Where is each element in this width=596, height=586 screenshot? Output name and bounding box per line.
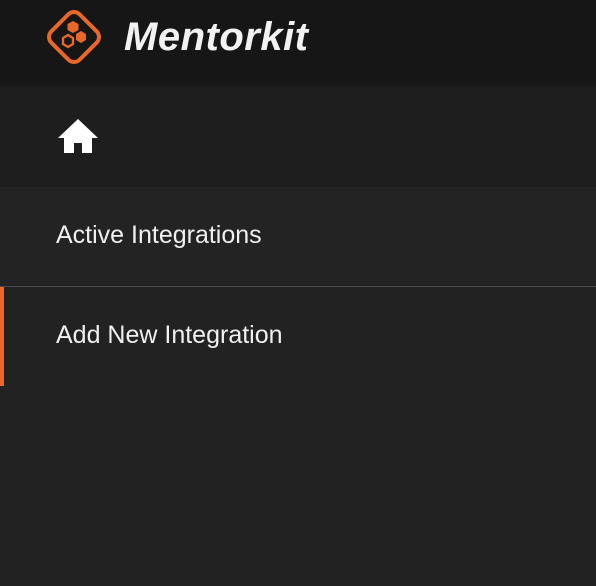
nav-item-active-integrations[interactable]: Active Integrations — [0, 187, 596, 288]
active-indicator — [0, 187, 4, 286]
app-header: Mentorkit — [0, 0, 596, 86]
brand-name: Mentorkit — [124, 15, 309, 59]
nav-item-label: Active Integrations — [56, 221, 262, 249]
active-indicator — [0, 287, 4, 386]
mentorkit-logo-icon[interactable] — [42, 6, 106, 68]
nav-item-label: Add New Integration — [56, 321, 283, 349]
home-icon[interactable] — [56, 117, 100, 155]
nav-item-add-new-integration[interactable]: Add New Integration — [0, 287, 596, 386]
